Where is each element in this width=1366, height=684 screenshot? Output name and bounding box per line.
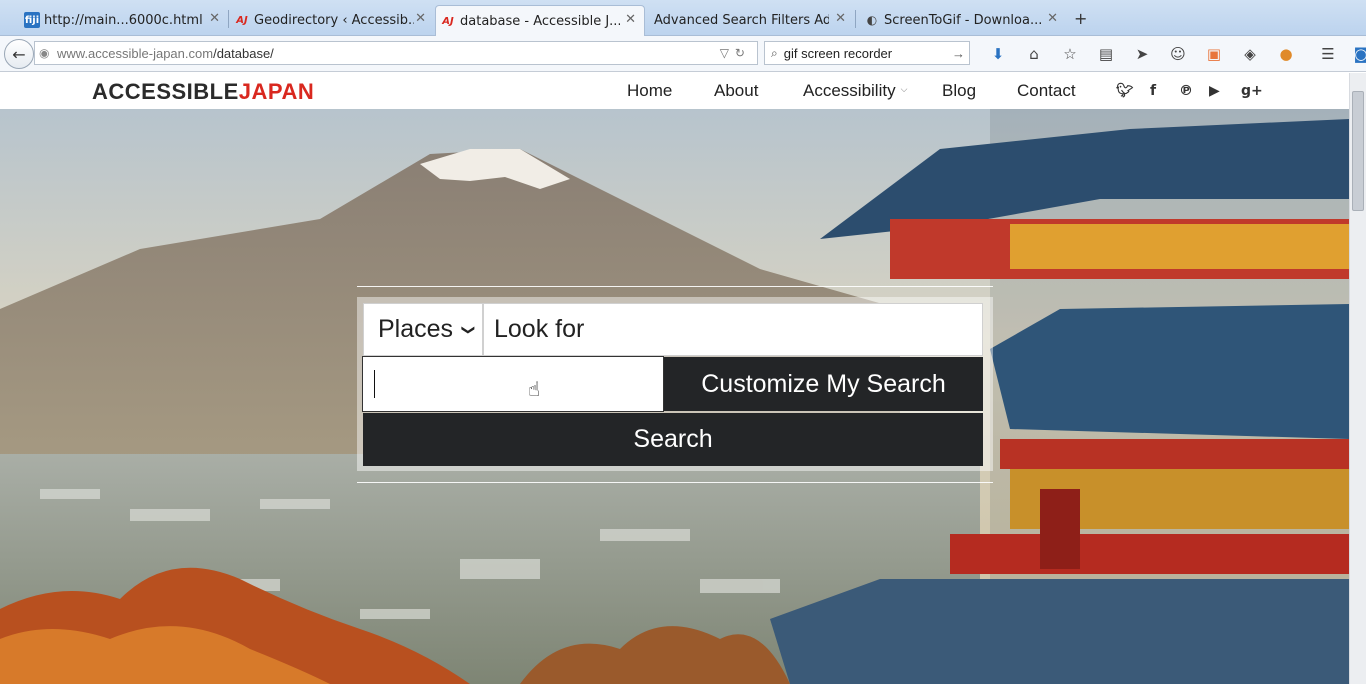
browser-nav-bar: ← ◉ www.accessible-japan.com/database/ ▽…	[0, 36, 1366, 72]
tab-label: database - Accessible J...	[460, 13, 620, 29]
tab-database[interactable]: AJ database - Accessible J... ✕	[435, 5, 645, 36]
text-caret	[374, 370, 375, 398]
dropdown-reload-icons[interactable]: ▽↻	[720, 46, 751, 60]
screentogif-favicon-icon: ◐	[866, 13, 878, 27]
nav-home[interactable]: Home	[627, 81, 672, 101]
tab-label: http://main...6000c.html	[44, 13, 203, 28]
close-icon[interactable]: ✕	[1047, 11, 1058, 26]
tab-label: Geodirectory ‹ Accessib...	[254, 13, 414, 28]
hand-cursor-icon: ☝	[528, 377, 541, 401]
aj-favicon-icon: AJ	[236, 14, 248, 26]
youtube-icon[interactable]: ▶	[1209, 83, 1220, 99]
extension-icon[interactable]: ●	[1268, 43, 1304, 65]
tab-geodirectory[interactable]: AJ Geodirectory ‹ Accessib... ✕	[230, 5, 434, 36]
go-arrow-icon[interactable]: →	[952, 46, 965, 61]
post-type-select[interactable]: Places ❯	[363, 303, 483, 356]
download-icon[interactable]: ⬇	[980, 43, 1016, 65]
tab-fiji[interactable]: fiji http://main...6000c.html ✕	[20, 5, 228, 36]
nav-accessibility[interactable]: Accessibility ⌵	[803, 81, 907, 101]
new-tab-plus-icon[interactable]: +	[1074, 9, 1087, 28]
globe-icon: ◉	[39, 46, 50, 60]
search-bar-text: gif screen recorder	[783, 45, 893, 61]
close-icon[interactable]: ✕	[625, 12, 636, 27]
search-icon: ⌕	[771, 45, 778, 60]
send-icon[interactable]: ➤	[1124, 43, 1160, 65]
bookmark-star-icon[interactable]: ☆	[1052, 43, 1088, 65]
near-location-input[interactable]	[362, 356, 664, 412]
facebook-icon[interactable]: f	[1150, 83, 1156, 99]
page-scrollbar[interactable]	[1349, 73, 1366, 684]
layers-icon[interactable]: ◈	[1232, 43, 1268, 65]
home-icon[interactable]: ⌂	[1016, 43, 1052, 65]
close-icon[interactable]: ✕	[415, 11, 426, 26]
nav-contact[interactable]: Contact	[1017, 81, 1076, 101]
menu-icon[interactable]: ☰	[1310, 43, 1346, 65]
site-logo[interactable]: ACCESSIBLEJAPAN	[92, 79, 314, 105]
close-icon[interactable]: ✕	[209, 11, 220, 26]
twitter-icon[interactable]: 🐦︎	[1116, 83, 1134, 99]
chevron-down-icon: ❯	[461, 324, 477, 336]
look-for-input[interactable]: Look for	[483, 303, 983, 356]
pinterest-icon[interactable]: ℗	[1179, 83, 1193, 99]
look-for-placeholder: Look for	[494, 315, 585, 343]
url-text: www.accessible-japan.com/database/	[57, 45, 274, 61]
tab-label: ScreenToGif - Downloa...	[884, 13, 1043, 28]
site-header: ACCESSIBLEJAPAN Home About Accessibility…	[0, 73, 1349, 109]
tab-label: Advanced Search Filters Ad...	[654, 13, 829, 28]
search-button[interactable]: Search	[363, 413, 983, 466]
back-arrow-icon[interactable]: ←	[4, 39, 34, 69]
search-bar[interactable]: ⌕ gif screen recorder →	[764, 41, 970, 65]
scrollbar-thumb[interactable]	[1352, 91, 1364, 211]
chat-icon[interactable]: ☺	[1160, 43, 1196, 65]
pocket-icon[interactable]: ▣	[1196, 43, 1232, 65]
account-icon[interactable]: ◙	[1346, 43, 1366, 65]
reading-list-icon[interactable]: ▤	[1088, 43, 1124, 65]
url-bar[interactable]: ◉ www.accessible-japan.com/database/ ▽↻	[34, 41, 758, 65]
divider-top	[357, 286, 993, 287]
tab-screentogif[interactable]: ◐ ScreenToGif - Downloa... ✕	[860, 5, 1066, 36]
chevron-down-icon: ⌵	[900, 84, 908, 94]
close-icon[interactable]: ✕	[835, 11, 846, 26]
divider-bottom	[357, 482, 993, 483]
aj-favicon-icon: AJ	[442, 15, 454, 27]
nav-blog[interactable]: Blog	[942, 81, 976, 101]
toolbar-icons: ⬇ ⌂ ☆ ▤ ➤ ☺ ▣ ◈ ● ☰ ◙	[980, 43, 1366, 65]
tab-advanced-search[interactable]: Advanced Search Filters Ad... ✕	[646, 5, 854, 36]
fiji-favicon-icon: fiji	[24, 12, 40, 28]
browser-tab-bar: fiji http://main...6000c.html ✕ AJ Geodi…	[0, 0, 1366, 36]
nav-about[interactable]: About	[714, 81, 758, 101]
google-plus-icon[interactable]: g+	[1241, 83, 1263, 99]
customize-search-button[interactable]: Customize My Search	[664, 357, 983, 411]
post-type-value: Places	[378, 315, 454, 343]
